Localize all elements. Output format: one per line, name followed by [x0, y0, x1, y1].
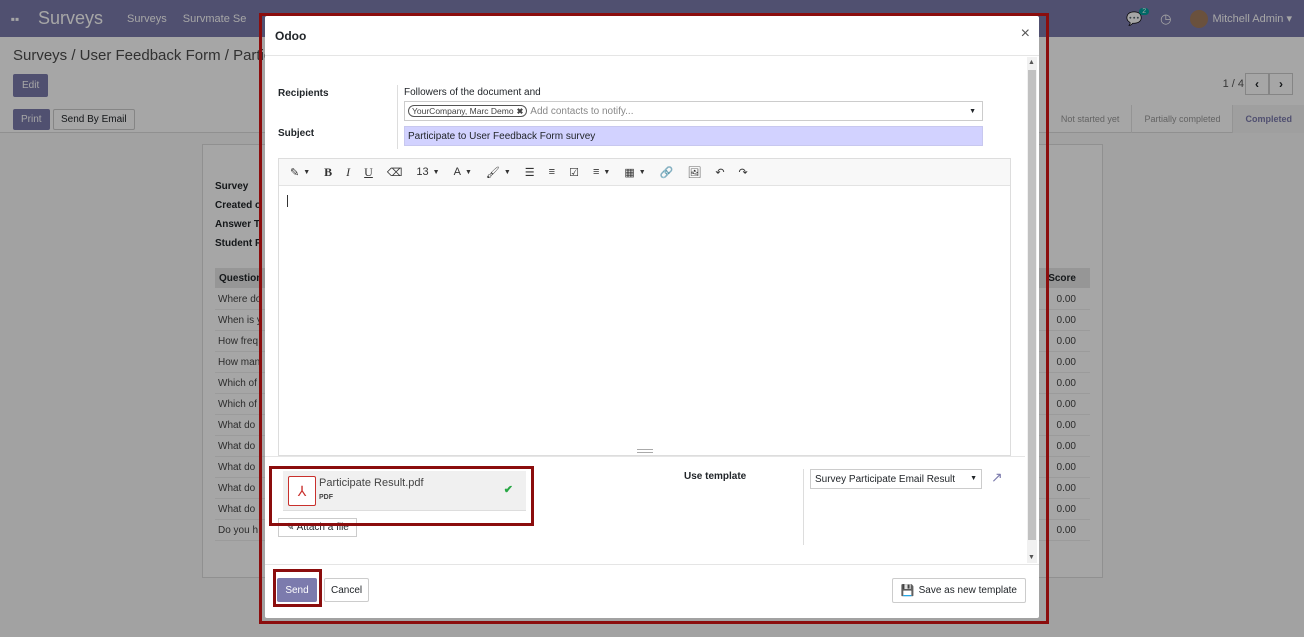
remove-tag-icon[interactable]: ✖: [517, 107, 524, 116]
font-size-value: 13: [416, 166, 429, 178]
compose-email-dialog: Odoo × Recipients Subject Followers of t…: [265, 16, 1039, 618]
link-icon[interactable]: 🔗: [660, 166, 674, 179]
editor-content[interactable]: [279, 186, 1010, 455]
attachment-card[interactable]: ⅄ Participate Result.pdf PDF ✔: [283, 471, 526, 511]
brush-icon[interactable]: 🖌 ▼: [486, 166, 511, 179]
save-as-template-button[interactable]: 💾 Save as new template: [891, 578, 1026, 603]
recipient-tag-label: YourCompany, Marc Demo: [412, 106, 514, 116]
ordered-list-icon[interactable]: ≡: [549, 166, 555, 178]
checklist-icon[interactable]: ☑: [569, 166, 579, 179]
scroll-up-icon[interactable]: ▲: [1028, 59, 1035, 66]
editor-toolbar: ✎ ▼ B I U ⌫ 13 ▼ A ▼ 🖌 ▼ ☰ ≡ ☑ ≡ ▼ ▦ ▼ 🔗 🖼 ↶ ↷: [279, 159, 1010, 186]
table-icon[interactable]: ▦ ▼: [624, 166, 645, 179]
style-magic-icon[interactable]: ✎ ▼: [290, 166, 310, 179]
attach-file-button[interactable]: ✎ Attach a file: [278, 518, 357, 537]
check-icon: ✔: [503, 484, 513, 496]
pdf-icon: ⅄: [288, 476, 316, 506]
dialog-body: Recipients Subject Followers of the docu…: [265, 57, 1039, 563]
bold-icon[interactable]: B: [324, 165, 332, 180]
dialog-footer: Send Cancel 💾 Save as new template: [265, 564, 1039, 618]
italic-icon[interactable]: I: [346, 165, 350, 180]
attachment-name: Participate Result.pdf: [319, 477, 424, 489]
subject-label: Subject: [278, 128, 315, 139]
followers-text: Followers of the document and: [404, 87, 541, 98]
attachment-type: PDF: [319, 494, 333, 501]
font-color-icon[interactable]: A ▼: [454, 166, 472, 178]
align-icon[interactable]: ≡ ▼: [593, 166, 610, 178]
dialog-scrollbar[interactable]: ▲ ▼: [1027, 57, 1037, 563]
close-icon[interactable]: ×: [1021, 25, 1030, 43]
field-divider: [397, 85, 398, 149]
recipients-placeholder: Add contacts to notify...: [530, 105, 634, 117]
section-divider: [265, 456, 1025, 457]
recipients-input[interactable]: YourCompany, Marc Demo ✖ Add contacts to …: [404, 101, 983, 121]
template-select[interactable]: Survey Participate Email Result ▼: [810, 469, 982, 489]
recipients-label: Recipients: [278, 88, 329, 99]
dialog-title: Odoo: [275, 29, 307, 43]
save-as-template-label: Save as new template: [918, 585, 1017, 596]
eraser-icon[interactable]: ⌫: [387, 166, 403, 179]
image-icon[interactable]: 🖼: [687, 166, 701, 179]
text-caret: [287, 195, 288, 207]
attach-file-label: Attach a file: [296, 522, 349, 533]
save-disk-icon: 💾: [900, 585, 915, 597]
redo-icon[interactable]: ↷: [739, 166, 748, 179]
chevron-down-icon[interactable]: ▼: [969, 108, 976, 115]
undo-icon[interactable]: ↶: [715, 166, 724, 179]
send-button[interactable]: Send: [277, 578, 317, 602]
recipient-tag[interactable]: YourCompany, Marc Demo ✖: [408, 105, 528, 117]
resize-grip[interactable]: [637, 449, 653, 453]
underline-icon[interactable]: U: [364, 165, 373, 180]
chevron-down-icon[interactable]: ▼: [970, 475, 977, 482]
scroll-thumb[interactable]: [1028, 70, 1036, 540]
use-template-label: Use template: [684, 471, 747, 482]
unordered-list-icon[interactable]: ☰: [525, 166, 535, 179]
external-link-icon[interactable]: ↗: [991, 469, 1003, 486]
template-divider: [803, 469, 804, 545]
font-size-dropdown[interactable]: 13 ▼: [416, 166, 439, 178]
cancel-button[interactable]: Cancel: [324, 578, 370, 602]
template-value: Survey Participate Email Result: [815, 474, 956, 485]
subject-input[interactable]: Participate to User Feedback Form survey: [404, 126, 983, 146]
scroll-down-icon[interactable]: ▼: [1028, 554, 1035, 561]
html-editor: ✎ ▼ B I U ⌫ 13 ▼ A ▼ 🖌 ▼ ☰ ≡ ☑ ≡ ▼ ▦ ▼ 🔗 🖼 ↶ ↷: [278, 158, 1011, 456]
dialog-header: Odoo ×: [265, 16, 1039, 56]
